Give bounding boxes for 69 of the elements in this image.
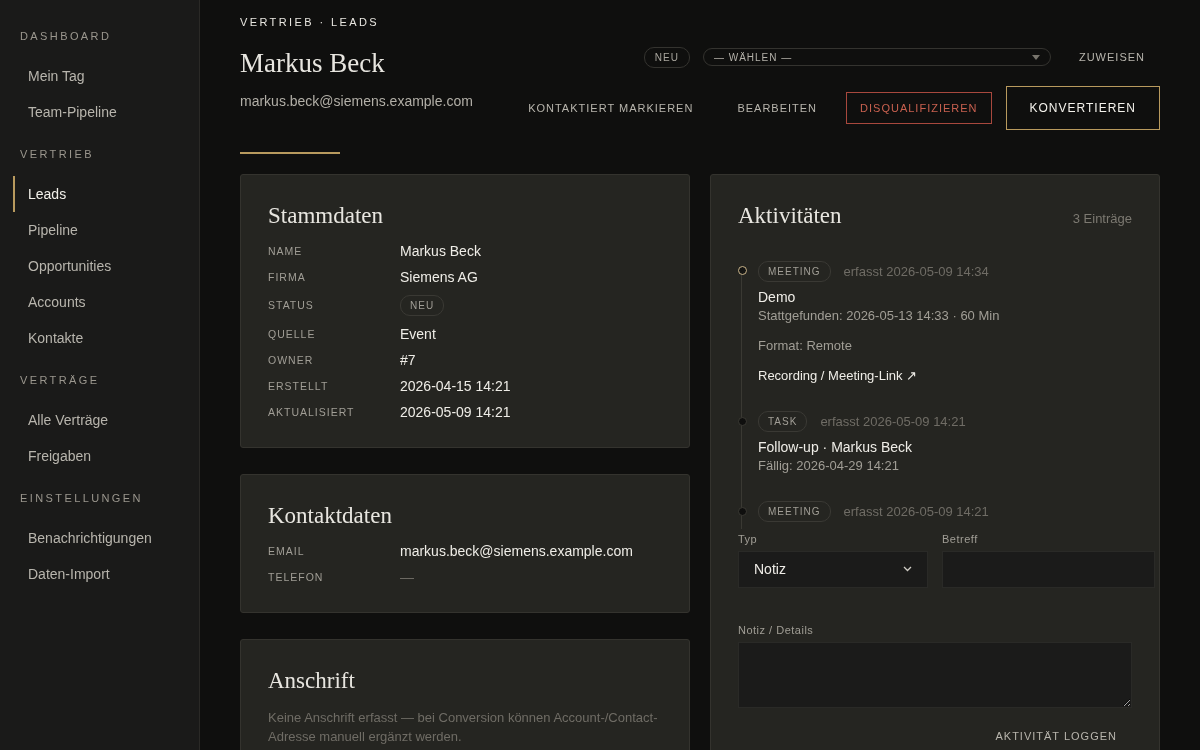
type-badge: TASK	[758, 410, 808, 432]
action-button[interactable]: BEARBEITEN	[722, 96, 833, 120]
recorded-time: erfasst 2026-05-09 14:21	[843, 503, 989, 519]
type-badge: MEETING	[758, 500, 831, 522]
field-label: STATUS	[268, 299, 314, 311]
card-title: Kontaktdaten	[268, 502, 392, 529]
field-label: QUELLE	[268, 327, 316, 340]
recorded-time: erfasst 2026-05-09 14:21	[820, 413, 966, 429]
field-value: —	[400, 568, 414, 585]
sidebar-item[interactable]: Freigaben	[13, 438, 92, 474]
disqualify-button[interactable]: DISQUALIFIZIEREN	[846, 92, 992, 124]
field-label: TELEFON	[268, 570, 324, 583]
field-label: EMAIL	[268, 544, 305, 557]
sidebar-item[interactable]: Accounts	[13, 284, 86, 320]
card-title: Aktivitäten	[738, 202, 842, 229]
field-label: Typ	[738, 532, 758, 545]
entry-count: 3 Einträge	[1072, 210, 1132, 226]
field-label: OWNER	[268, 353, 314, 366]
status-badge: NEU	[643, 46, 690, 68]
recorded-time: erfasst 2026-05-09 14:34	[843, 263, 989, 279]
status-badge: NEU	[400, 294, 445, 316]
sidebar-item[interactable]: Pipeline	[13, 212, 78, 248]
sidebar-item[interactable]: Mein Tag	[13, 58, 85, 94]
sidebar-item[interactable]: Daten-Import	[13, 556, 110, 592]
field-label: Notiz / Details	[738, 623, 814, 636]
nav-section-title: VERTRIEB	[19, 147, 95, 162]
field-value: Siemens AG	[400, 268, 478, 285]
nav-section-title: VERTRÄGE	[19, 373, 101, 388]
owner-select[interactable]: — WÄHLEN —	[702, 48, 1051, 66]
sidebar-item[interactable]: Opportunities	[13, 248, 112, 284]
type-badge: MEETING	[758, 260, 831, 282]
sidebar-item[interactable]: Leads	[13, 176, 67, 212]
field-label: AKTUALISIERT	[268, 405, 355, 418]
field-value: 2026-05-09 14:21	[400, 403, 511, 420]
activity-title: Follow-up · Markus Beck	[758, 438, 913, 455]
lead-name: Markus Beck	[240, 48, 385, 79]
chevron-icon	[903, 566, 912, 572]
caret-icon	[1031, 54, 1040, 60]
log-activity-button[interactable]: AKTIVITÄT LOGGEN	[980, 723, 1132, 748]
meeting-link[interactable]: Recording / Meeting-Link ↗	[758, 367, 918, 383]
field-label: Betreff	[942, 532, 978, 545]
sidebar-item[interactable]: Team-Pipeline	[13, 94, 117, 130]
activity-title: Demo	[758, 288, 796, 305]
card-title: Anschrift	[268, 667, 355, 694]
convert-button[interactable]: KONVERTIEREN	[1005, 86, 1160, 130]
nav-section-title: DASHBOARD	[19, 29, 113, 44]
details-field[interactable]	[738, 641, 1132, 708]
lead-email: markus.beck@siemens.example.com	[240, 93, 473, 109]
type-select[interactable]: Notiz	[738, 550, 928, 588]
breadcrumb: VERTRIEB · LEADS	[240, 16, 380, 28]
field-value: 2026-04-15 14:21	[400, 377, 511, 394]
activity-note: Format: Remote	[758, 337, 852, 353]
sidebar-item[interactable]: Alle Verträge	[13, 402, 109, 438]
field-label: ERSTELLT	[268, 379, 329, 392]
nav-section-title: EINSTELLUNGEN	[19, 491, 144, 506]
field-value: Event	[400, 325, 436, 342]
action-button[interactable]: KONTAKTIERT MARKIEREN	[513, 96, 709, 120]
empty-note: Keine Anschrift erfasst — bei Conversion können Account-/Contact-Adresse manuell ergänzt werden.	[268, 708, 659, 746]
field-value: markus.beck@siemens.example.com	[400, 542, 633, 559]
activity-detail: Fällig: 2026-04-29 14:21	[758, 457, 899, 473]
card-title: Stammdaten	[268, 202, 383, 229]
field-label: NAME	[268, 244, 303, 257]
field-value: #7	[400, 351, 416, 368]
field-label: FIRMA	[268, 270, 306, 283]
assign-button[interactable]: ZUWEISEN	[1063, 45, 1160, 69]
activity-detail: Stattgefunden: 2026-05-13 14:33 · 60 Min	[758, 307, 1000, 323]
field-value: Markus Beck	[400, 242, 481, 259]
sidebar-item[interactable]: Kontakte	[13, 320, 84, 356]
sidebar-item[interactable]: Benachrichtigungen	[13, 520, 152, 556]
